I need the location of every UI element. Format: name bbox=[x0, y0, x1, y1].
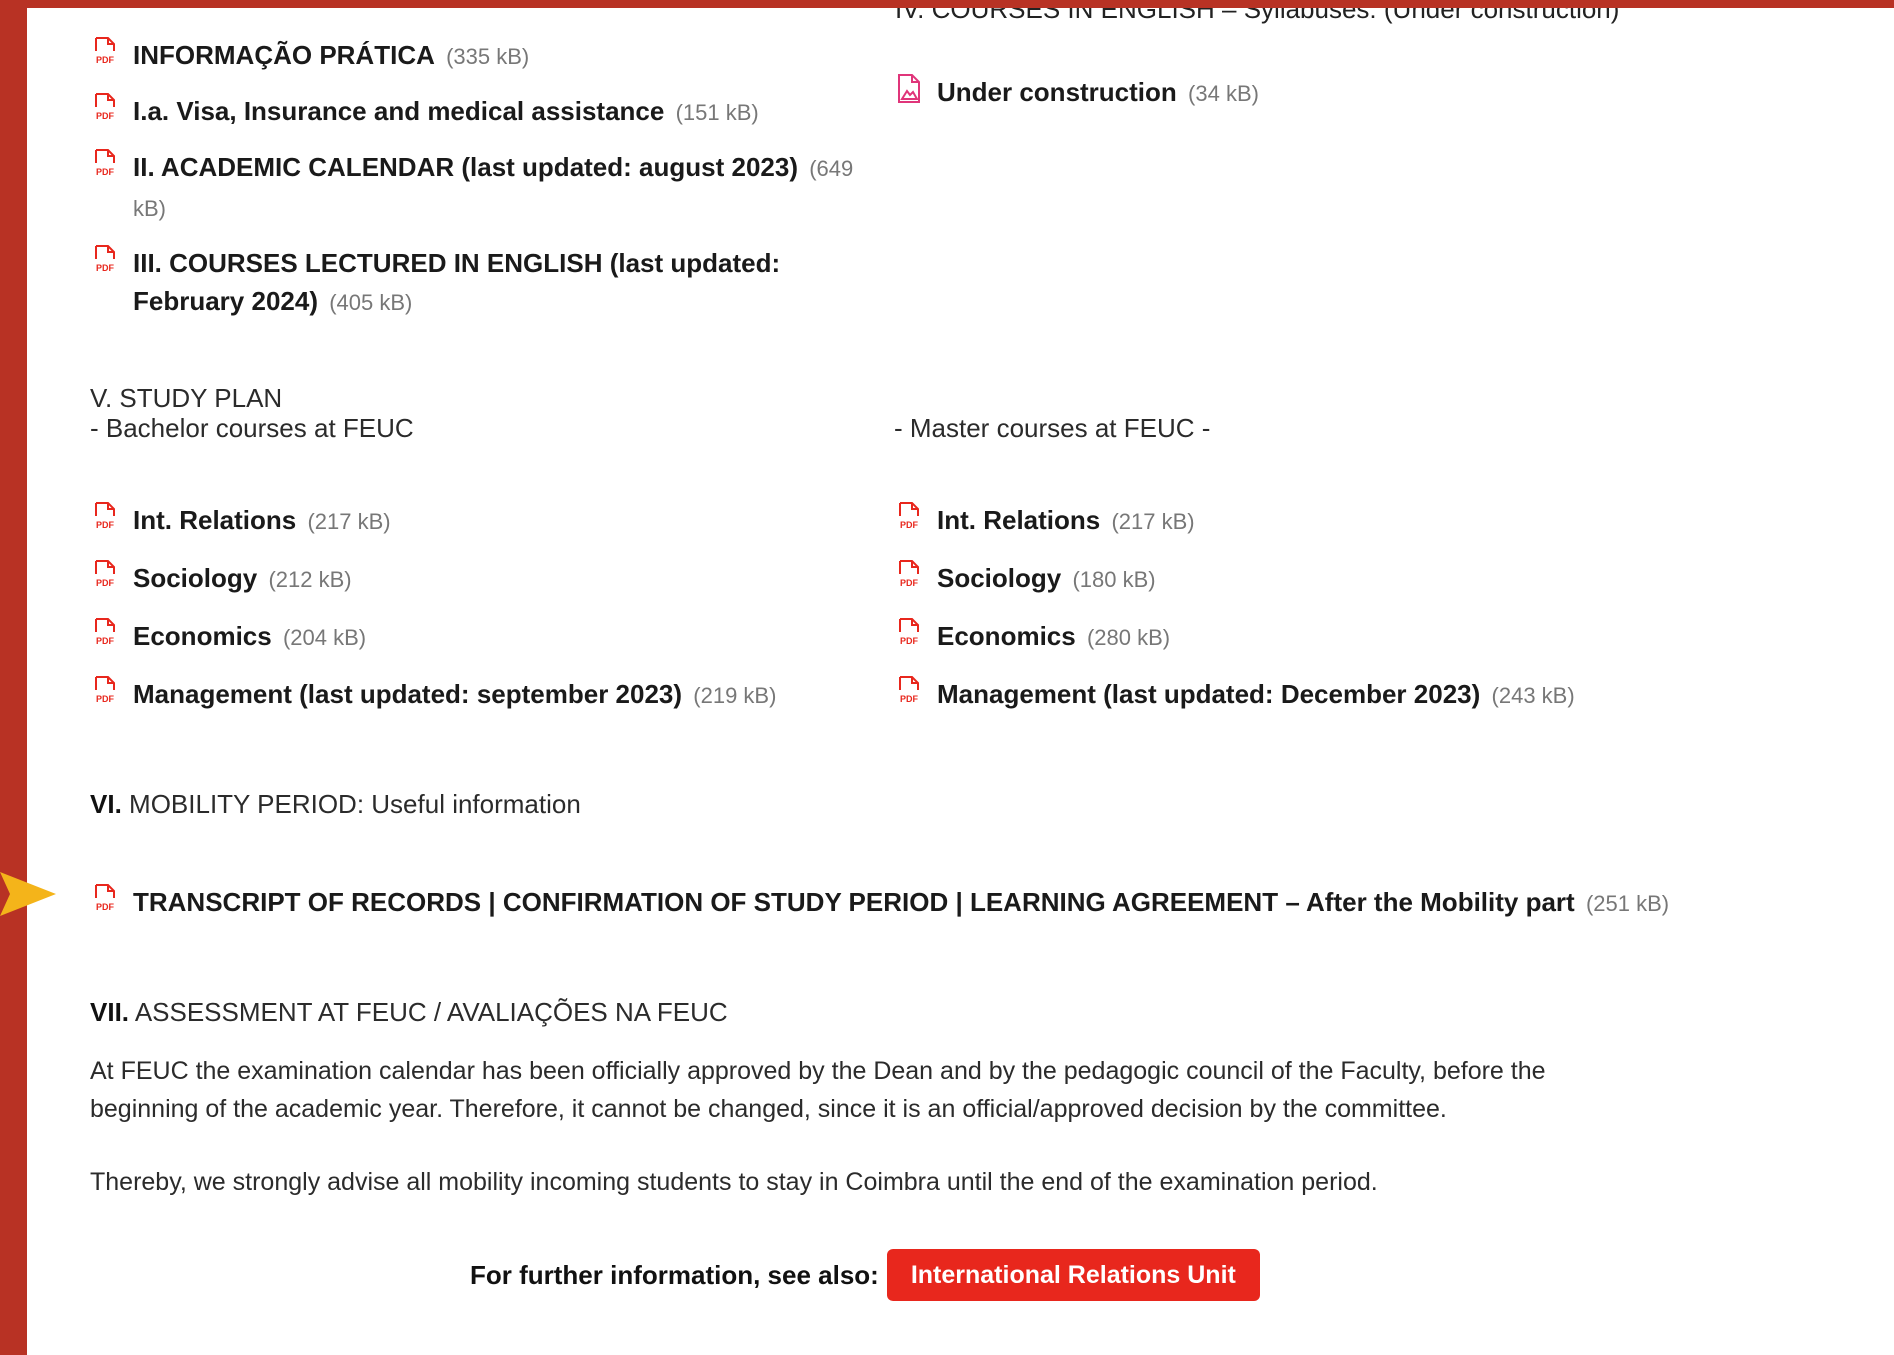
doc-size: (217 kB) bbox=[307, 509, 391, 534]
pdf-icon: PDF bbox=[895, 618, 923, 648]
master-label: - Master courses at FEUC - bbox=[894, 413, 1211, 443]
assessment-heading: VII. ASSESSMENT AT FEUC / AVALIAÇÕES NA … bbox=[90, 997, 728, 1028]
doc-title: Management (last updated: December 2023) bbox=[937, 679, 1481, 709]
doc-link-visa-insurance[interactable]: PDF I.a. Visa, Insurance and medical ass… bbox=[91, 92, 891, 132]
doc-link-master-economics[interactable]: PDF Economics (280 kB) bbox=[895, 617, 1575, 657]
pdf-icon: PDF bbox=[895, 676, 923, 706]
doc-title: II. ACADEMIC CALENDAR (last updated: aug… bbox=[133, 152, 798, 182]
doc-title: Int. Relations bbox=[937, 505, 1101, 535]
pdf-icon: PDF bbox=[91, 676, 119, 706]
doc-link-under-construction[interactable]: Under construction (34 kB) bbox=[895, 73, 1259, 113]
assessment-paragraph-2: Thereby, we strongly advise all mobility… bbox=[90, 1168, 1378, 1196]
doc-link-master-int-relations[interactable]: PDF Int. Relations (217 kB) bbox=[895, 501, 1575, 541]
svg-text:PDF: PDF bbox=[900, 520, 919, 530]
master-documents-list: PDF Int. Relations (217 kB) PDF Sociolog… bbox=[895, 501, 1575, 715]
doc-title: Economics bbox=[133, 621, 272, 651]
svg-text:PDF: PDF bbox=[96, 694, 115, 704]
doc-size: (151 kB) bbox=[675, 100, 759, 125]
doc-size: (180 kB) bbox=[1072, 567, 1156, 592]
doc-title: TRANSCRIPT OF RECORDS | CONFIRMATION OF … bbox=[133, 887, 1575, 917]
pdf-icon: PDF bbox=[91, 884, 119, 914]
doc-size: (243 kB) bbox=[1491, 683, 1575, 708]
pdf-icon: PDF bbox=[91, 618, 119, 648]
doc-size: (212 kB) bbox=[268, 567, 352, 592]
left-documents-list: PDF INFORMAÇÃO PRÁTICA (335 kB) PDF I.a.… bbox=[91, 36, 891, 322]
pdf-icon: PDF bbox=[91, 245, 119, 275]
svg-text:PDF: PDF bbox=[96, 578, 115, 588]
doc-link-academic-calendar[interactable]: PDF II. ACADEMIC CALENDAR (last updated:… bbox=[91, 148, 881, 228]
doc-link-master-sociology[interactable]: PDF Sociology (180 kB) bbox=[895, 559, 1575, 599]
doc-link-bachelor-int-relations[interactable]: PDF Int. Relations (217 kB) bbox=[91, 501, 776, 541]
doc-title: Sociology bbox=[937, 563, 1062, 593]
pdf-icon: PDF bbox=[91, 560, 119, 590]
image-file-icon bbox=[895, 74, 923, 104]
bachelor-documents-list: PDF Int. Relations (217 kB) PDF Sociolog… bbox=[91, 501, 776, 715]
svg-text:PDF: PDF bbox=[96, 167, 115, 177]
svg-text:PDF: PDF bbox=[96, 263, 115, 273]
doc-size: (219 kB) bbox=[693, 683, 777, 708]
pdf-icon: PDF bbox=[91, 149, 119, 179]
svg-text:PDF: PDF bbox=[96, 55, 115, 65]
further-info-label: For further information, see also: bbox=[470, 1259, 879, 1290]
doc-link-courses-english[interactable]: PDF III. COURSES LECTURED IN ENGLISH (la… bbox=[91, 244, 811, 322]
mobility-heading: VI. MOBILITY PERIOD: Useful information bbox=[90, 789, 581, 820]
study-plan-heading: V. STUDY PLAN bbox=[90, 383, 283, 413]
doc-size: (251 kB) bbox=[1585, 891, 1670, 916]
svg-text:PDF: PDF bbox=[900, 636, 919, 646]
svg-text:PDF: PDF bbox=[96, 902, 115, 912]
page-content: IV. COURSES IN ENGLISH – Syllabuses: (Un… bbox=[27, 8, 1894, 1355]
doc-link-bachelor-sociology[interactable]: PDF Sociology (212 kB) bbox=[91, 559, 776, 599]
pointer-arrow-icon bbox=[0, 872, 56, 916]
doc-link-bachelor-economics[interactable]: PDF Economics (204 kB) bbox=[91, 617, 776, 657]
assessment-heading-text: ASSESSMENT AT FEUC / AVALIAÇÕES NA FEUC bbox=[134, 997, 728, 1027]
pdf-icon: PDF bbox=[91, 502, 119, 532]
doc-title: INFORMAÇÃO PRÁTICA bbox=[133, 40, 435, 70]
doc-title: Int. Relations bbox=[133, 505, 297, 535]
further-info-row: For further information, see also: Inter… bbox=[470, 1249, 1260, 1301]
doc-link-bachelor-management[interactable]: PDF Management (last updated: september … bbox=[91, 675, 776, 715]
doc-title: III. COURSES LECTURED IN ENGLISH (last u… bbox=[133, 248, 781, 316]
doc-size: (280 kB) bbox=[1086, 625, 1171, 650]
doc-title: Economics bbox=[937, 621, 1076, 651]
pdf-icon: PDF bbox=[895, 502, 923, 532]
doc-title: Sociology bbox=[133, 563, 258, 593]
doc-size: (405 kB) bbox=[329, 290, 413, 315]
assessment-paragraph-1: At FEUC the examination calendar has bee… bbox=[90, 1057, 1546, 1123]
doc-link-transcript-of-records[interactable]: PDF TRANSCRIPT OF RECORDS | CONFIRMATION… bbox=[91, 883, 1669, 923]
doc-size: (335 kB) bbox=[446, 44, 530, 69]
doc-link-master-management[interactable]: PDF Management (last updated: December 2… bbox=[895, 675, 1575, 715]
mobility-heading-number: VI. bbox=[90, 789, 122, 819]
doc-title: Under construction bbox=[937, 77, 1177, 107]
svg-text:PDF: PDF bbox=[96, 520, 115, 530]
bachelor-label: - Bachelor courses at FEUC bbox=[90, 413, 414, 443]
pdf-icon: PDF bbox=[91, 37, 119, 67]
svg-text:PDF: PDF bbox=[900, 578, 919, 588]
international-relations-unit-button[interactable]: International Relations Unit bbox=[886, 1249, 1260, 1301]
mobility-heading-text: MOBILITY PERIOD: Useful information bbox=[129, 789, 581, 819]
doc-title: I.a. Visa, Insurance and medical assista… bbox=[133, 96, 665, 126]
svg-text:PDF: PDF bbox=[96, 636, 115, 646]
doc-size: (204 kB) bbox=[282, 625, 367, 650]
doc-title: Management (last updated: september 2023… bbox=[133, 679, 683, 709]
section-heading-courses-english: IV. COURSES IN ENGLISH – Syllabuses: (Un… bbox=[895, 8, 1620, 24]
pdf-icon: PDF bbox=[895, 560, 923, 590]
doc-size: (34 kB) bbox=[1188, 81, 1259, 106]
pdf-icon: PDF bbox=[91, 93, 119, 123]
doc-link-informacao-pratica[interactable]: PDF INFORMAÇÃO PRÁTICA (335 kB) bbox=[91, 36, 891, 76]
svg-text:PDF: PDF bbox=[900, 694, 919, 704]
assessment-heading-number: VII. bbox=[90, 997, 130, 1027]
svg-text:PDF: PDF bbox=[96, 111, 115, 121]
doc-size: (217 kB) bbox=[1111, 509, 1195, 534]
